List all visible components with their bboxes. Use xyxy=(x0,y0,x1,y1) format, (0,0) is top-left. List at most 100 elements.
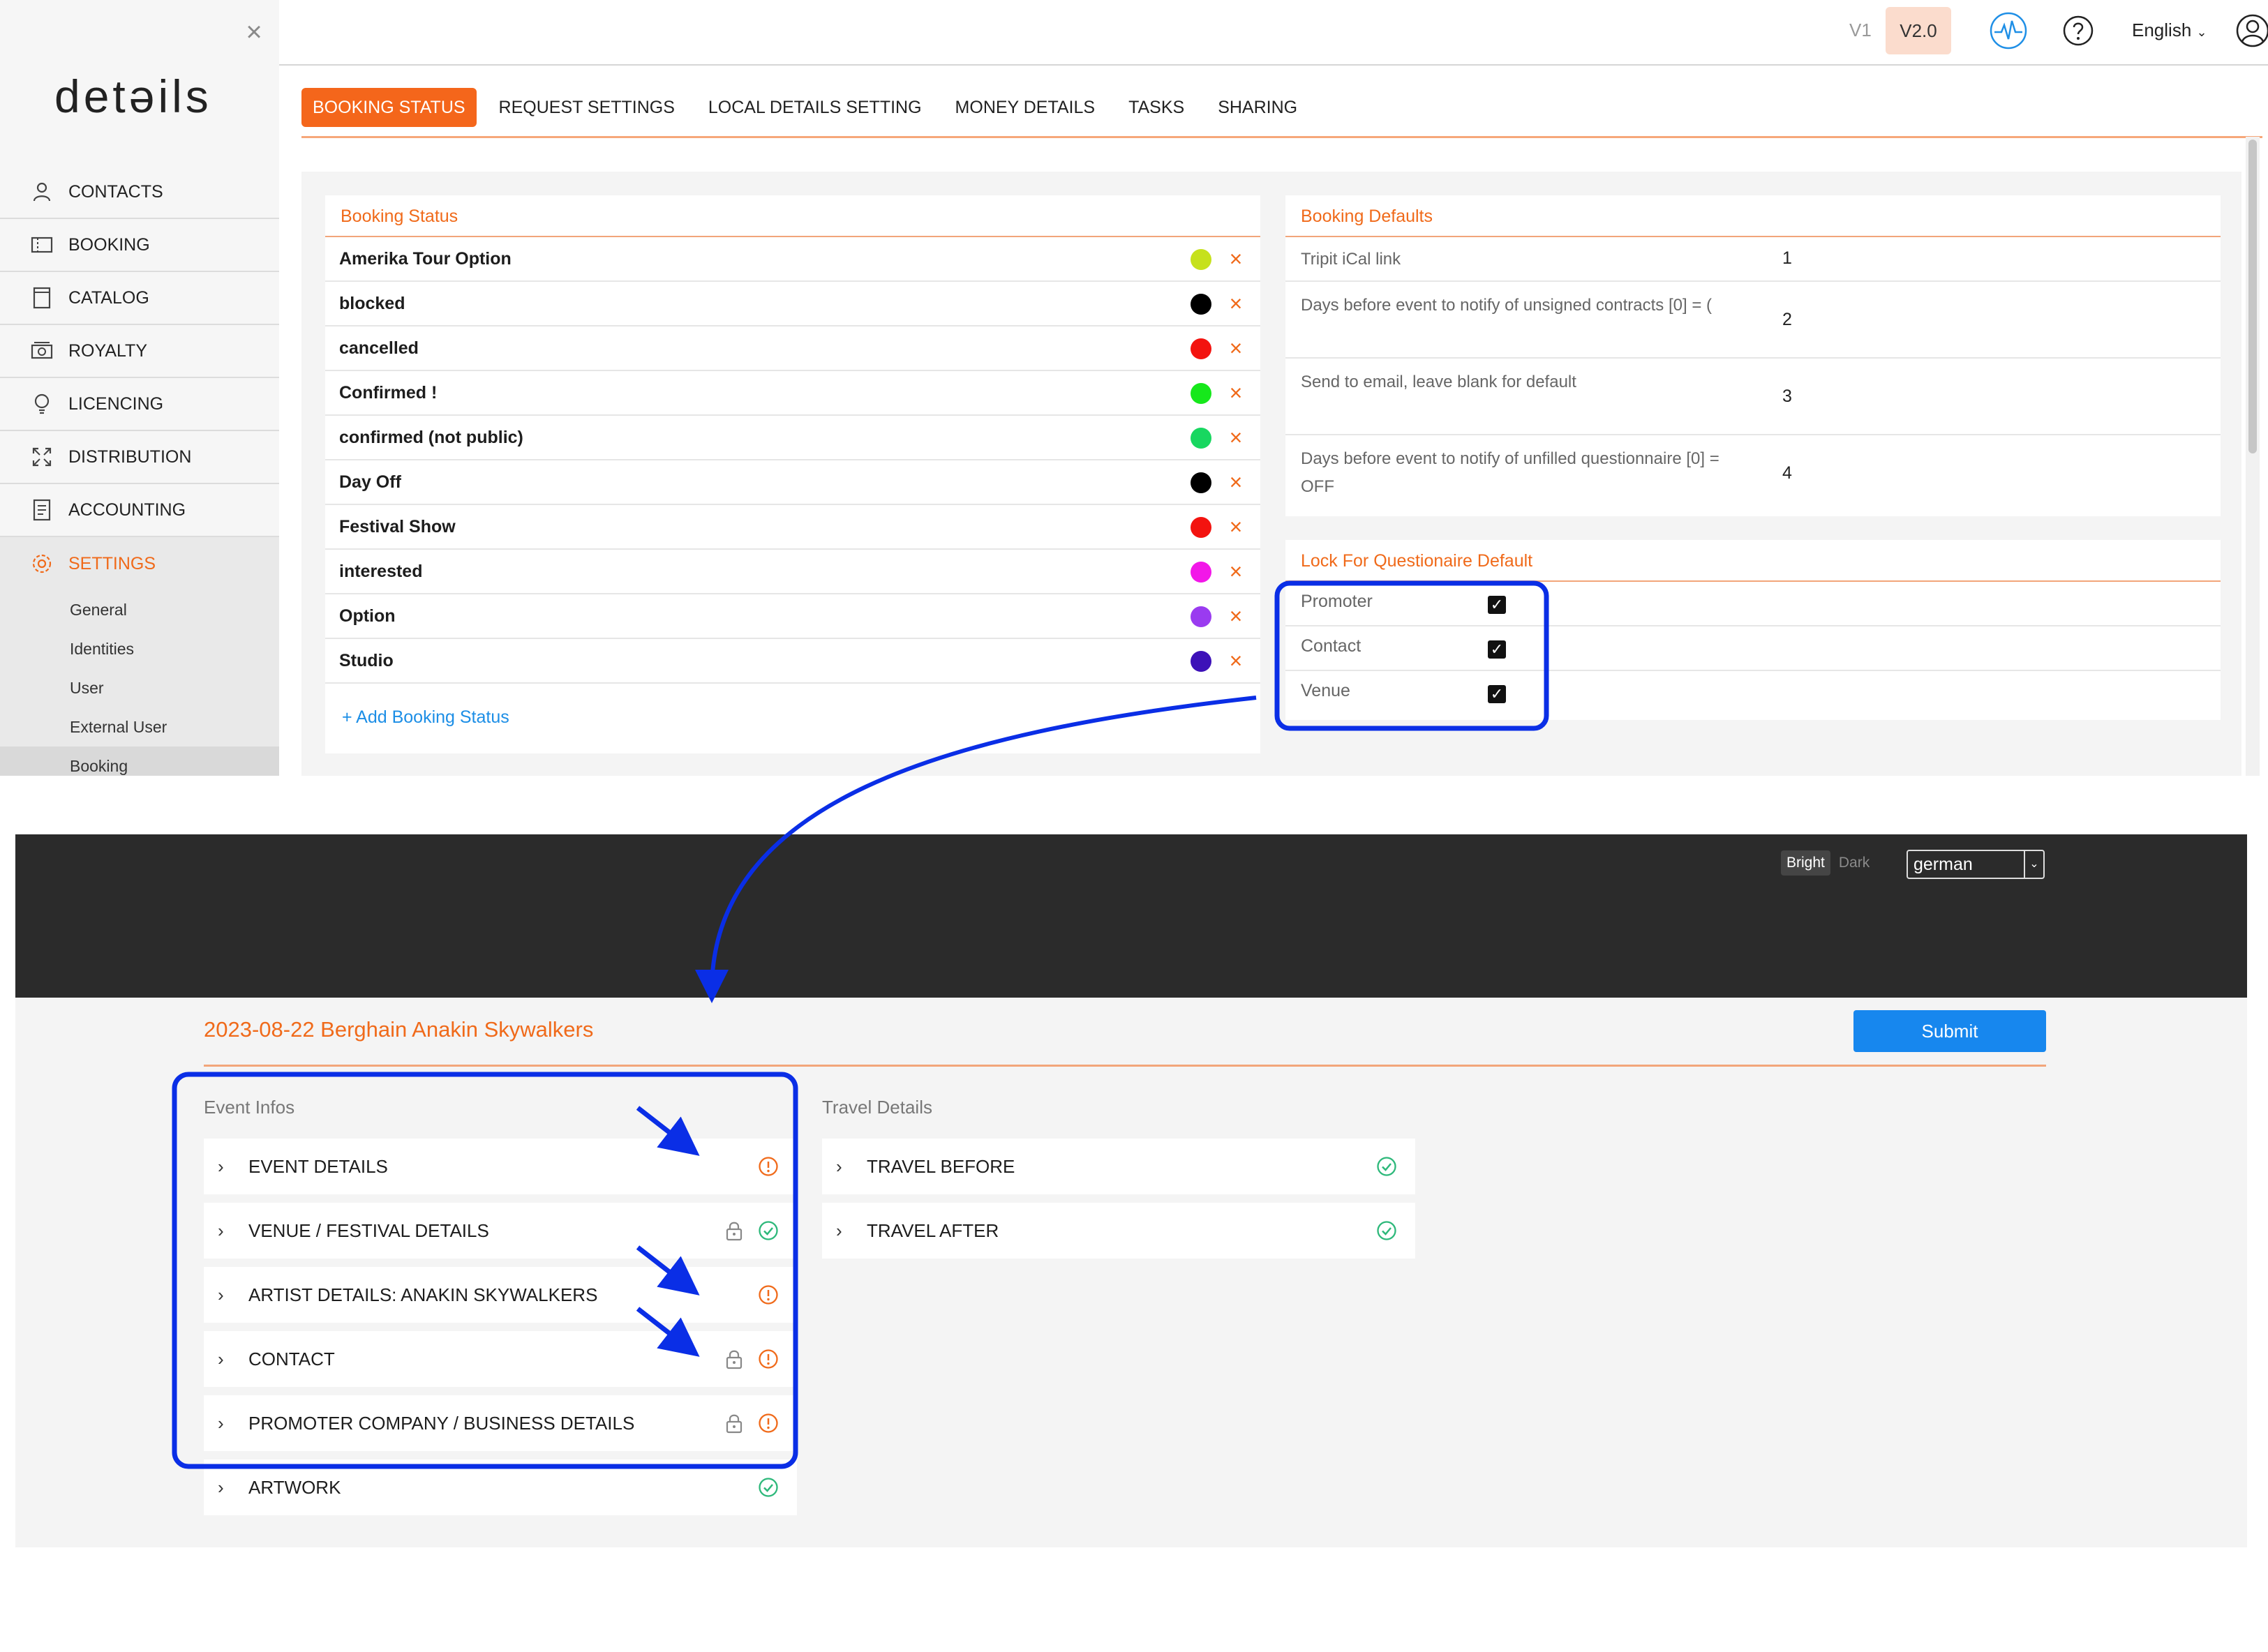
status-name[interactable]: Confirmed ! xyxy=(339,383,437,403)
section-artist-details[interactable]: › ARTIST DETAILS: ANAKIN SKYWALKERS xyxy=(204,1267,797,1323)
delete-icon[interactable]: × xyxy=(1224,604,1248,628)
bright-mode-button[interactable]: Bright xyxy=(1781,850,1830,876)
sidebar-item-licencing[interactable]: LICENCING xyxy=(0,378,279,431)
chevron-right-icon: › xyxy=(218,1219,224,1241)
status-name[interactable]: Studio xyxy=(339,651,394,671)
section-travel-before[interactable]: › TRAVEL BEFORE xyxy=(822,1139,1415,1194)
tab-local-details-setting[interactable]: LOCAL DETAILS SETTING xyxy=(697,88,933,127)
version-v2-toggle[interactable]: V2.0 xyxy=(1886,7,1951,54)
contact-checkbox[interactable]: ✓ xyxy=(1488,640,1506,659)
scrollbar[interactable] xyxy=(2246,137,2260,776)
close-icon[interactable]: × xyxy=(240,18,268,46)
venue-checkbox[interactable]: ✓ xyxy=(1488,685,1506,703)
avatar-icon[interactable] xyxy=(2233,11,2268,50)
lock-row: Venue ✓ xyxy=(1285,671,2221,716)
language-select-value: german xyxy=(1913,855,1973,874)
sidebar-item-booking[interactable]: BOOKING xyxy=(0,219,279,272)
chevron-right-icon: › xyxy=(218,1284,224,1305)
help-icon[interactable] xyxy=(2059,11,2098,50)
section-contact[interactable]: › CONTACT xyxy=(204,1331,797,1387)
status-name[interactable]: Amerika Tour Option xyxy=(339,249,512,269)
lock-defaults-card: Lock For Questionaire Default Promoter ✓ … xyxy=(1285,540,2221,720)
defaults-label: Days before event to notify of unfilled … xyxy=(1301,449,1719,496)
booking-defaults-title: Booking Defaults xyxy=(1285,195,2221,237)
status-color-dot[interactable] xyxy=(1191,562,1211,583)
sidebar-item-distribution[interactable]: DISTRIBUTION xyxy=(0,431,279,484)
tab-booking-status[interactable]: BOOKING STATUS xyxy=(301,88,477,127)
dark-mode-button[interactable]: Dark xyxy=(1833,850,1875,876)
language-select[interactable]: german ⌄ xyxy=(1907,850,2045,879)
delete-icon[interactable]: × xyxy=(1224,649,1248,673)
section-label: ARTIST DETAILS: ANAKIN SKYWALKERS xyxy=(248,1284,598,1305)
status-color-dot[interactable] xyxy=(1191,383,1211,404)
promoter-checkbox[interactable]: ✓ xyxy=(1488,596,1506,614)
submenu-general[interactable]: General xyxy=(0,590,279,629)
status-color-dot[interactable] xyxy=(1191,294,1211,315)
defaults-value[interactable]: 4 xyxy=(1782,463,1792,483)
lock-label: Contact xyxy=(1301,636,1361,656)
sidebar-item-royalty[interactable]: ROYALTY xyxy=(0,325,279,378)
person-icon xyxy=(29,179,54,204)
submenu-identities[interactable]: Identities xyxy=(0,629,279,668)
section-venue-festival-details[interactable]: › VENUE / FESTIVAL DETAILS xyxy=(204,1203,797,1259)
tab-sharing[interactable]: SHARING xyxy=(1207,88,1308,127)
defaults-value[interactable]: 3 xyxy=(1782,386,1792,407)
sidebar-item-settings[interactable]: SETTINGS xyxy=(0,537,279,590)
add-booking-status-link[interactable]: + Add Booking Status xyxy=(325,684,1260,751)
status-name[interactable]: Option xyxy=(339,606,396,626)
chevron-right-icon: › xyxy=(218,1476,224,1498)
status-name[interactable]: interested xyxy=(339,562,422,582)
tab-money-details[interactable]: MONEY DETAILS xyxy=(944,88,1107,127)
lock-defaults-title: Lock For Questionaire Default xyxy=(1285,540,2221,582)
status-name[interactable]: Day Off xyxy=(339,472,401,493)
delete-icon[interactable]: × xyxy=(1224,292,1248,315)
activity-icon[interactable] xyxy=(1989,11,2028,50)
status-color-dot[interactable] xyxy=(1191,338,1211,359)
status-color-dot[interactable] xyxy=(1191,428,1211,449)
sidebar-item-accounting[interactable]: ACCOUNTING xyxy=(0,484,279,537)
status-color-dot[interactable] xyxy=(1191,651,1211,672)
bulb-icon xyxy=(29,391,54,416)
section-travel-after[interactable]: › TRAVEL AFTER xyxy=(822,1203,1415,1259)
status-color-dot[interactable] xyxy=(1191,517,1211,538)
lock-icon xyxy=(724,1412,744,1434)
scrollbar-thumb[interactable] xyxy=(2248,140,2257,453)
booking-status-row: Festival Show × xyxy=(325,505,1260,550)
section-event-details[interactable]: › EVENT DETAILS xyxy=(204,1139,797,1194)
delete-icon[interactable]: × xyxy=(1224,515,1248,539)
section-artwork[interactable]: › ARTWORK xyxy=(204,1459,797,1515)
tab-tasks[interactable]: TASKS xyxy=(1117,88,1195,127)
submenu-booking[interactable]: Booking xyxy=(0,746,279,776)
submenu-user[interactable]: User xyxy=(0,668,279,707)
booking-status-row: Day Off × xyxy=(325,460,1260,505)
version-v1-toggle[interactable]: V1 xyxy=(1849,20,1872,41)
status-name[interactable]: Festival Show xyxy=(339,517,456,537)
booking-defaults-card: Booking Defaults Tripit iCal link 1 Days… xyxy=(1285,195,2221,516)
settings-tabs: BOOKING STATUS REQUEST SETTINGS LOCAL DE… xyxy=(301,88,2262,138)
delete-icon[interactable]: × xyxy=(1224,381,1248,405)
defaults-value[interactable]: 1 xyxy=(1782,248,1792,269)
submenu-external-user[interactable]: External User xyxy=(0,707,279,746)
status-name[interactable]: cancelled xyxy=(339,338,419,359)
delete-icon[interactable]: × xyxy=(1224,470,1248,494)
section-label: VENUE / FESTIVAL DETAILS xyxy=(248,1219,489,1241)
delete-icon[interactable]: × xyxy=(1224,560,1248,583)
status-name[interactable]: blocked xyxy=(339,294,405,314)
status-color-dot[interactable] xyxy=(1191,249,1211,270)
language-label: English xyxy=(2132,20,2192,40)
defaults-value[interactable]: 2 xyxy=(1782,310,1792,330)
submit-button[interactable]: Submit xyxy=(1853,1010,2046,1052)
section-promoter-company[interactable]: › PROMOTER COMPANY / BUSINESS DETAILS xyxy=(204,1395,797,1451)
sidebar-item-contacts[interactable]: CONTACTS xyxy=(0,166,279,219)
sidebar-item-label: DISTRIBUTION xyxy=(68,446,192,467)
delete-icon[interactable]: × xyxy=(1224,247,1248,271)
tab-request-settings[interactable]: REQUEST SETTINGS xyxy=(488,88,686,127)
ticket-icon xyxy=(29,232,54,257)
status-color-dot[interactable] xyxy=(1191,606,1211,627)
language-dropdown[interactable]: English ⌄ xyxy=(2132,20,2207,41)
delete-icon[interactable]: × xyxy=(1224,426,1248,449)
sidebar-item-catalog[interactable]: CATALOG xyxy=(0,272,279,325)
status-name[interactable]: confirmed (not public) xyxy=(339,428,523,448)
status-color-dot[interactable] xyxy=(1191,472,1211,493)
delete-icon[interactable]: × xyxy=(1224,336,1248,360)
